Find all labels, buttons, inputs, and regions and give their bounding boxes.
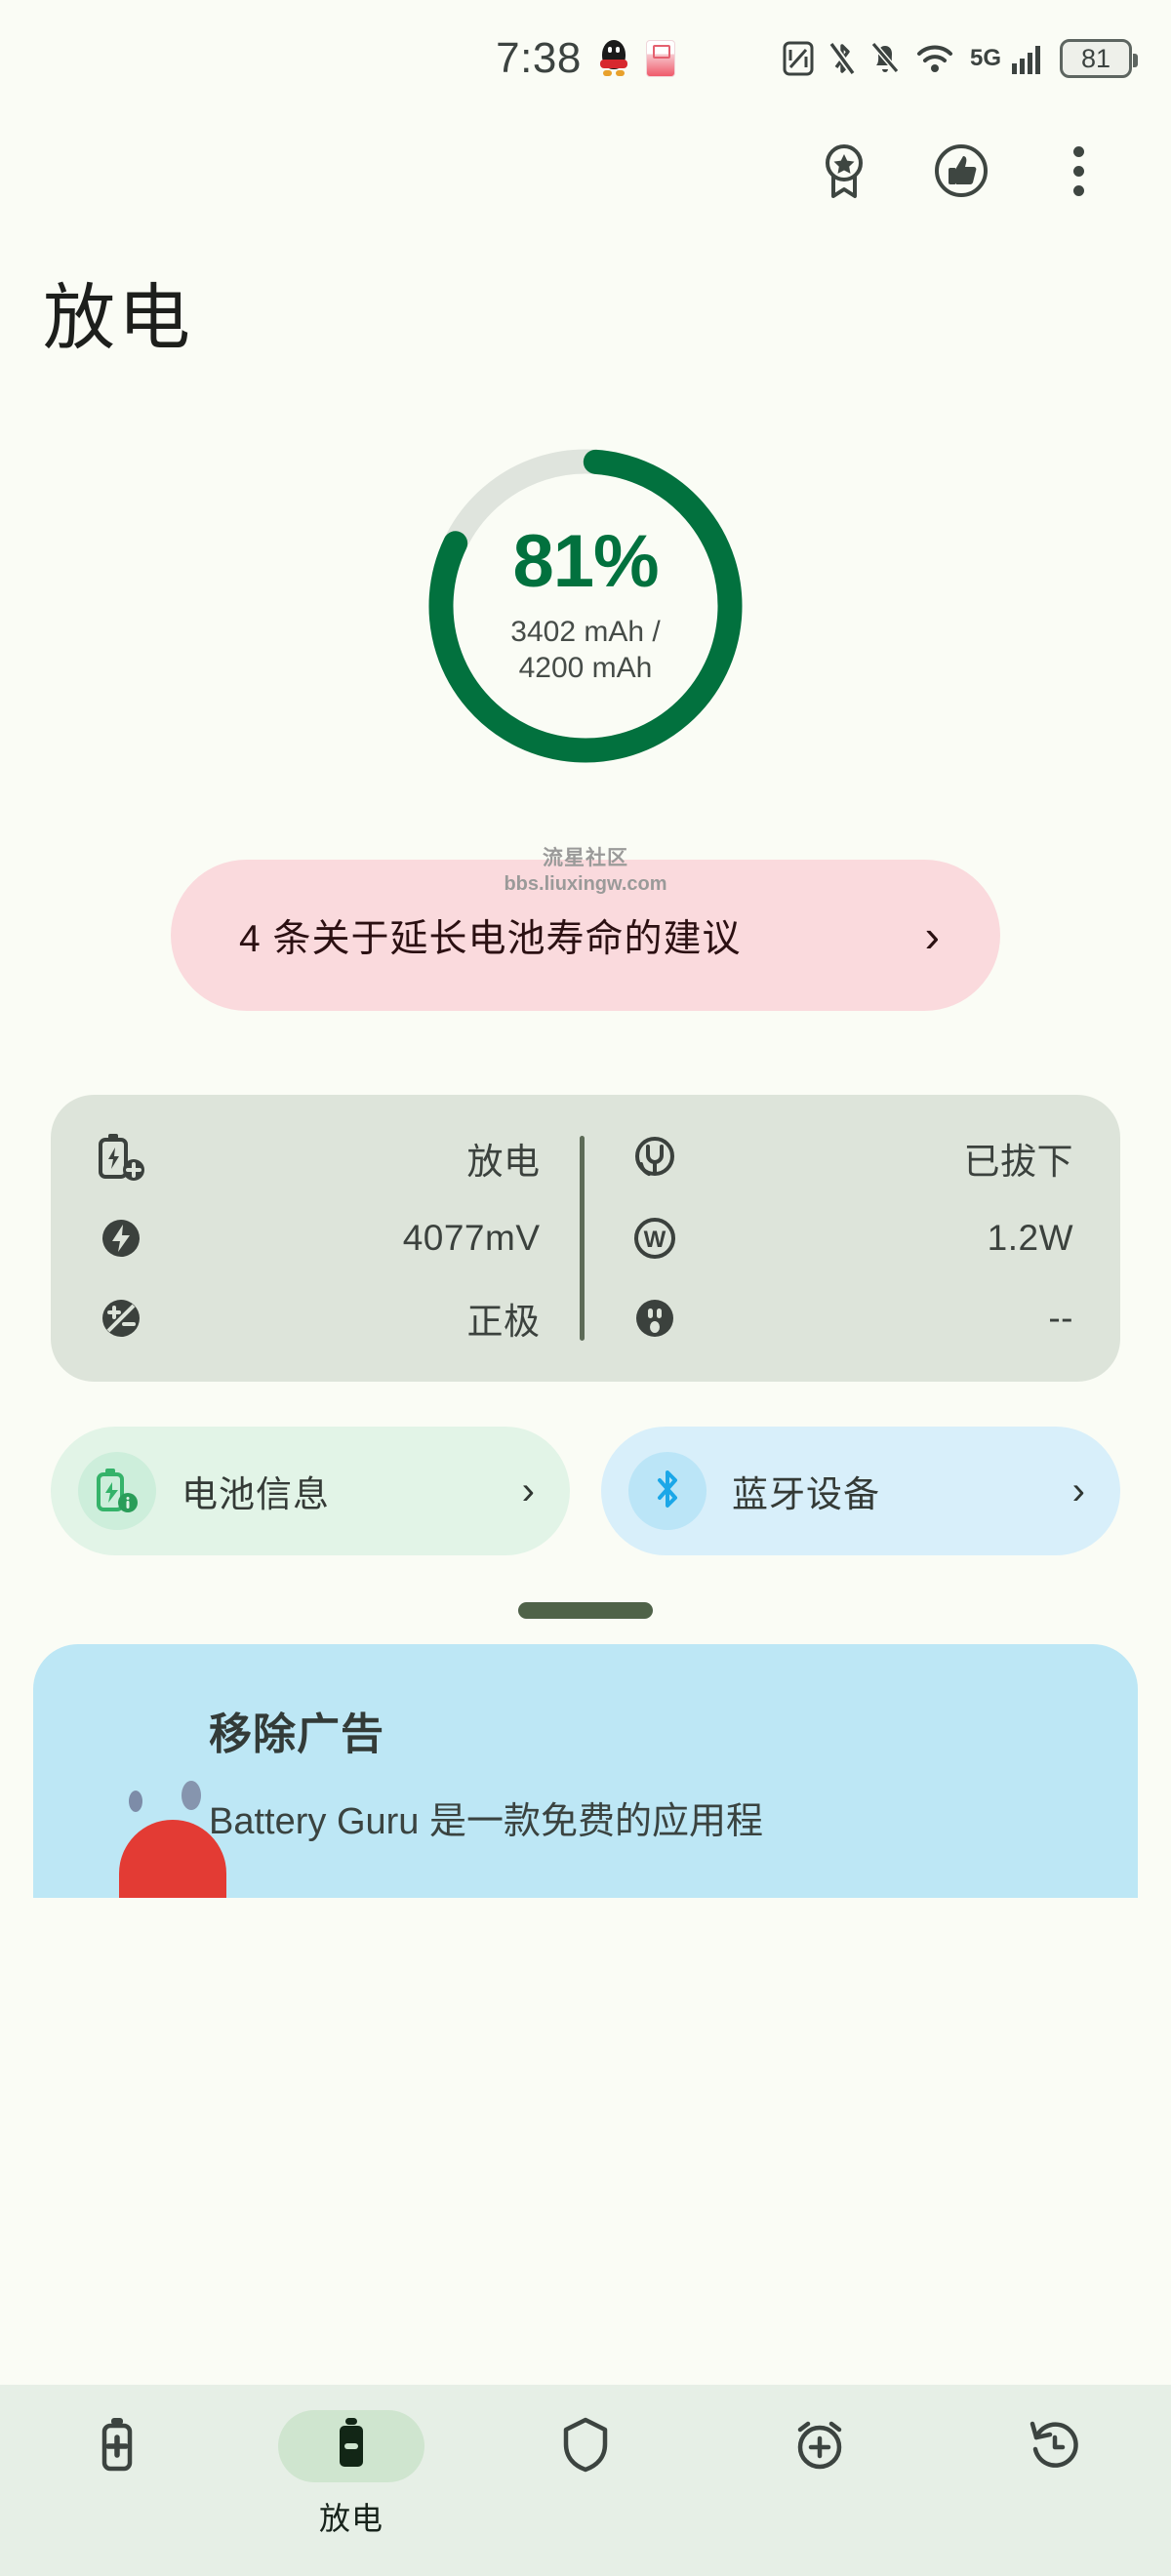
- network-type-label: 5G: [969, 45, 1001, 71]
- status-value: 正极: [466, 1302, 541, 1342]
- page-title: 放电: [43, 277, 193, 358]
- nav-item-charging[interactable]: [29, 2410, 205, 2482]
- bottom-sheet-area: 移除广告 Battery Guru 是一款免费的应用程: [0, 1602, 1171, 2385]
- status-column-left: 放电 4077mV 正极: [94, 1132, 541, 1345]
- chip-battery-info[interactable]: 电池信息 ›: [51, 1427, 570, 1555]
- nfc-icon: [783, 41, 814, 76]
- nav-item-protection[interactable]: [498, 2410, 673, 2482]
- ad-illustration: [80, 1781, 256, 1898]
- status-row: 放电: [94, 1132, 541, 1185]
- status-value: 已拔下: [963, 1142, 1073, 1182]
- battery-status-card: 放电 4077mV 正极 已拔下 W 1.2W --: [51, 1095, 1120, 1382]
- nav-label: 放电: [318, 2501, 384, 2536]
- battery-gauge: 81% 3402 mAh / 4200 mAh: [420, 440, 751, 772]
- award-badge-icon[interactable]: [802, 129, 886, 213]
- status-column-right: 已拔下 W 1.2W --: [627, 1132, 1074, 1345]
- status-bar: 7:38 5G 81: [0, 0, 1171, 117]
- watt-circle-icon: W: [627, 1211, 682, 1266]
- battery-gauge-section: 81% 3402 mAh / 4200 mAh: [0, 440, 1171, 772]
- chip-bluetooth-devices[interactable]: 蓝牙设备 ›: [601, 1427, 1120, 1555]
- status-row: 正极: [94, 1292, 541, 1345]
- battery-capacity-label: 3402 mAh / 4200 mAh: [510, 616, 661, 684]
- tip-banner-section: 流星社区 bbs.liuxingw.com 4 条关于延长电池寿命的建议 ›: [0, 847, 1171, 1011]
- status-row: W 1.2W: [627, 1212, 1074, 1265]
- remove-ads-title: 移除广告: [209, 1711, 384, 1758]
- status-bar-left-group: 7:38: [496, 34, 675, 83]
- status-value: 4077mV: [402, 1218, 541, 1258]
- bolt-circle-icon: [94, 1211, 148, 1266]
- notification-icon: [645, 40, 675, 77]
- status-value: 1.2W: [987, 1218, 1073, 1258]
- plug-circle-icon: [627, 1131, 682, 1186]
- qq-icon: [595, 38, 632, 79]
- plus-minus-circle-icon: [94, 1291, 148, 1346]
- app-screen: 7:38 5G 81 放电 81% 3402 mAh / 4200 mAh 流星…: [0, 0, 1171, 2576]
- chevron-right-icon: ›: [521, 1469, 535, 1512]
- battery-discharging-icon: [330, 2414, 373, 2479]
- battery-charging-icon: [96, 2414, 139, 2479]
- battery-percent-label: 81%: [512, 520, 659, 604]
- nav-icon-box: [278, 2410, 424, 2482]
- app-toolbar: [0, 117, 1171, 224]
- status-time: 7:38: [496, 34, 582, 82]
- status-value: --: [1048, 1298, 1073, 1338]
- battery-tips-label: 4 条关于延长电池寿命的建议: [239, 917, 742, 960]
- nav-item-alarm[interactable]: [732, 2410, 908, 2482]
- remove-ads-body: Battery Guru 是一款免费的应用程: [209, 1801, 763, 1842]
- battery-info-icon: [78, 1452, 156, 1530]
- chip-label: 蓝牙设备: [732, 1474, 880, 1514]
- status-bar-right-group: 5G 81: [783, 39, 1138, 78]
- alarm-add-icon: [791, 2416, 848, 2477]
- chip-label: 电池信息: [182, 1474, 330, 1514]
- battery-level-label: 81: [1080, 43, 1111, 73]
- outlet-circle-icon: [627, 1291, 682, 1346]
- gauge-center-labels: 81% 3402 mAh / 4200 mAh: [420, 440, 751, 772]
- thumbs-up-icon[interactable]: [919, 129, 1003, 213]
- nav-icon-box: [981, 2410, 1127, 2482]
- status-row: 已拔下: [627, 1132, 1074, 1185]
- shield-icon: [560, 2415, 611, 2478]
- nav-icon-box: [44, 2410, 190, 2482]
- battery-icon: 81: [1060, 39, 1138, 78]
- battery-tips-banner[interactable]: 4 条关于延长电池寿命的建议 ›: [171, 860, 1000, 1011]
- status-value: 放电: [466, 1142, 541, 1182]
- history-icon: [1027, 2416, 1081, 2477]
- nav-item-history[interactable]: [966, 2410, 1142, 2482]
- status-row: --: [627, 1292, 1074, 1345]
- chevron-right-icon: ›: [924, 909, 940, 961]
- silent-bell-icon: [870, 41, 900, 76]
- chevron-right-icon: ›: [1071, 1469, 1085, 1512]
- battery-plus-icon: [94, 1131, 148, 1186]
- bottom-navigation: 放电: [0, 2385, 1171, 2576]
- remove-ads-card[interactable]: 移除广告 Battery Guru 是一款免费的应用程: [33, 1644, 1138, 1898]
- signal-bars-icon: [1011, 42, 1044, 75]
- nav-icon-box: [747, 2410, 893, 2482]
- bluetooth-icon: [628, 1452, 707, 1530]
- drag-handle[interactable]: [518, 1602, 653, 1619]
- wifi-icon: [915, 42, 954, 75]
- quick-link-chips: 电池信息 › 蓝牙设备 ›: [51, 1427, 1120, 1555]
- bluetooth-off-icon: [828, 40, 855, 77]
- svg-text:W: W: [643, 1227, 666, 1253]
- more-options-icon[interactable]: [1036, 129, 1120, 213]
- card-divider: [579, 1136, 585, 1341]
- status-row: 4077mV: [94, 1212, 541, 1265]
- nav-item-discharging[interactable]: 放电: [263, 2410, 439, 2539]
- nav-icon-box: [512, 2410, 659, 2482]
